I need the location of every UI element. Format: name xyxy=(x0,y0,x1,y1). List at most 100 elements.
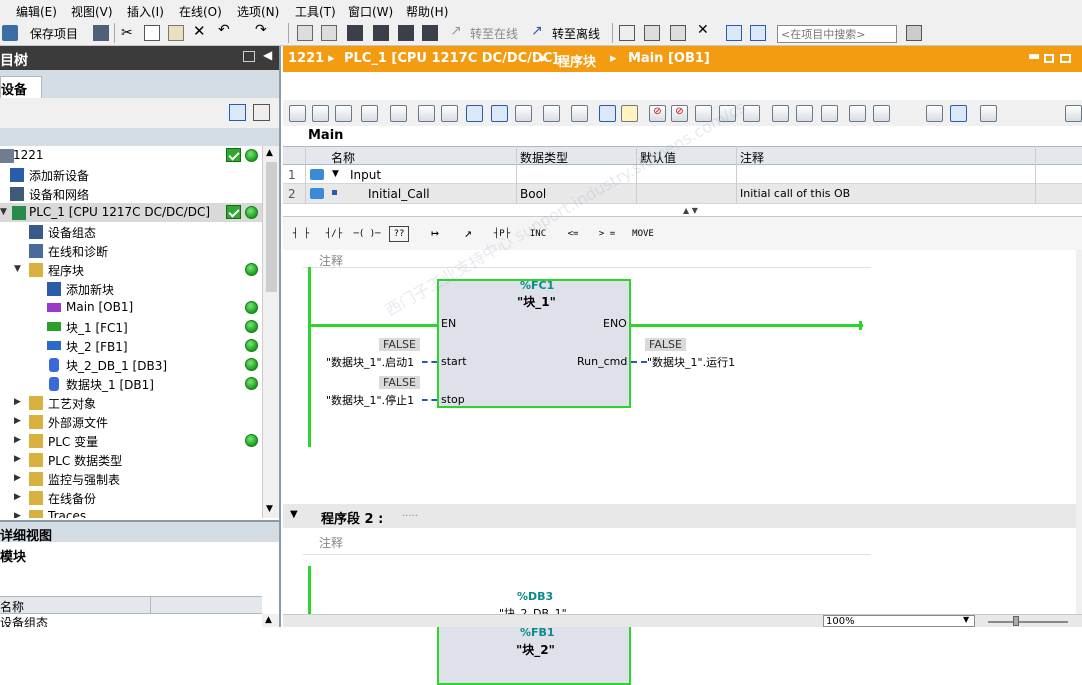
copy-icon[interactable] xyxy=(144,25,160,41)
move-button[interactable]: MOVE xyxy=(626,223,660,245)
open-branch-button[interactable]: ↦ xyxy=(421,223,449,245)
error-next-icon[interactable]: ⊘ xyxy=(671,105,688,122)
plc-icon[interactable] xyxy=(422,25,438,41)
split-vertical-icon[interactable] xyxy=(750,25,766,41)
breadcrumb-project[interactable]: 1221 xyxy=(288,51,324,66)
p-contact-button[interactable]: ┤P├ xyxy=(488,223,516,245)
error-prev-icon[interactable]: ⊘ xyxy=(649,105,666,122)
split-horizontal-icon[interactable] xyxy=(726,25,742,41)
insert-network-icon[interactable] xyxy=(289,105,306,122)
network-overview-icon[interactable] xyxy=(466,105,483,122)
tree-item-technology-objects[interactable]: ▶ 工艺对象 xyxy=(0,393,262,412)
tree-item-plc-tags[interactable]: ▶ PLC 变量 xyxy=(0,431,262,450)
tag-info-icon[interactable] xyxy=(515,105,532,122)
expand-arrow-icon[interactable]: ▶ xyxy=(14,416,21,426)
breadcrumb-program-blocks[interactable]: 程序块 xyxy=(557,51,596,70)
display-format-icon[interactable] xyxy=(599,105,616,122)
next-network-icon[interactable] xyxy=(796,105,813,122)
breadcrumb-plc[interactable]: PLC_1 [CPU 1217C DC/DC/DC] xyxy=(344,51,558,66)
absolute-operands-icon[interactable] xyxy=(418,105,435,122)
zoom-slider-thumb[interactable] xyxy=(1013,616,1019,626)
tree-item-plc[interactable]: ▼ PLC_1 [CPU 1217C DC/DC/DC] xyxy=(0,203,262,222)
collapse-arrow-icon[interactable]: ▼ xyxy=(332,169,339,179)
modify-icon[interactable] xyxy=(743,105,760,122)
tree-item-main-ob1[interactable]: Main [OB1] xyxy=(0,298,262,317)
zoom-select[interactable]: 100% xyxy=(823,615,975,627)
tree-scrollbar[interactable]: ▲ ▼ xyxy=(262,146,279,518)
tree-item-external-sources[interactable]: ▶ 外部源文件 xyxy=(0,412,262,431)
tree-item-online-diag[interactable]: 在线和诊断 xyxy=(0,241,262,260)
menu-online[interactable]: 在线(O) xyxy=(179,3,222,20)
add-row-icon[interactable] xyxy=(361,105,378,122)
expand-arrow-icon[interactable]: ▶ xyxy=(14,473,21,483)
start-cpu-icon[interactable] xyxy=(644,25,660,41)
block-icon[interactable] xyxy=(390,105,407,122)
rewire-icon[interactable] xyxy=(571,105,588,122)
inc-button[interactable]: INC xyxy=(524,223,552,245)
search-replace-icon[interactable] xyxy=(926,105,943,122)
tree-item-devices-networks[interactable]: 设备和网络 xyxy=(0,184,262,203)
project-search-input[interactable] xyxy=(777,25,897,43)
compile-icon[interactable] xyxy=(297,25,313,41)
panel-arrow-icon[interactable]: ◀ xyxy=(263,48,272,62)
menu-tools[interactable]: 工具(T) xyxy=(295,3,336,20)
menu-options[interactable]: 选项(N) xyxy=(237,3,279,20)
go-online-icon[interactable]: ↗ xyxy=(450,23,466,39)
interface-row[interactable]: 2 Initial_Call Bool Initial call of this… xyxy=(283,184,1082,204)
paste-icon[interactable] xyxy=(168,25,184,41)
insert-row-icon[interactable] xyxy=(335,105,352,122)
start-tag[interactable]: "数据块_1".启动1 xyxy=(326,354,414,370)
goto-next-icon[interactable] xyxy=(873,105,890,122)
tab-modules[interactable]: 模块 xyxy=(0,546,26,565)
compare-icon[interactable] xyxy=(821,105,838,122)
print-icon[interactable] xyxy=(93,25,109,41)
new-window-icon[interactable] xyxy=(253,104,270,121)
tab-devices[interactable]: 设备 xyxy=(0,76,42,98)
go-offline-icon[interactable]: ↗ xyxy=(531,23,547,39)
splitter[interactable]: ▲ ▼ xyxy=(283,206,1082,216)
network2-header[interactable]: ▼ 程序段 2 : ..... xyxy=(283,504,1082,528)
no-contact-button[interactable]: ┤ ├ xyxy=(287,223,315,245)
go-offline-button[interactable]: 转至离线 xyxy=(552,25,600,42)
collapse-panel-icon[interactable] xyxy=(243,51,255,62)
monitoring-on-icon[interactable] xyxy=(950,105,967,122)
menu-insert[interactable]: 插入(I) xyxy=(127,3,164,20)
tree-item-device-config[interactable]: 设备组态 xyxy=(0,222,262,241)
expand-arrow-icon[interactable]: ▶ xyxy=(14,435,21,445)
empty-box-button[interactable]: ?? xyxy=(389,226,409,242)
detail-view-header[interactable]: 详细视图 xyxy=(0,520,279,544)
monitor-icon[interactable] xyxy=(719,105,736,122)
menu-window[interactable]: 窗口(W) xyxy=(348,3,393,20)
zoom-slider-track[interactable] xyxy=(988,621,1068,623)
scroll-thumb[interactable] xyxy=(266,162,277,292)
scroll-up-icon[interactable]: ▲ xyxy=(265,615,272,625)
menu-help[interactable]: 帮助(H) xyxy=(406,3,448,20)
tree-item-add-block[interactable]: 添加新块 xyxy=(0,279,262,298)
update-calls-icon[interactable] xyxy=(695,105,712,122)
upload-icon[interactable] xyxy=(373,25,389,41)
scroll-up-icon[interactable]: ▲ xyxy=(266,148,273,158)
network2-comment[interactable]: 注释 xyxy=(319,534,343,551)
overflow-icon[interactable] xyxy=(1065,105,1082,122)
stop-tag[interactable]: "数据块_1".停止1 xyxy=(326,392,414,408)
tree-item-project[interactable]: 1221 xyxy=(0,146,262,165)
simulation-icon[interactable] xyxy=(398,25,414,41)
prev-network-icon[interactable] xyxy=(772,105,789,122)
undo-icon[interactable]: ↶ xyxy=(218,22,234,38)
delete-network-icon[interactable] xyxy=(312,105,329,122)
detail-row[interactable]: 设备组态 xyxy=(0,614,262,627)
detail-scrollbar[interactable]: ▲ xyxy=(262,614,279,627)
db-open-icon[interactable] xyxy=(980,105,997,122)
le-compare-button[interactable]: <= xyxy=(559,223,587,245)
close-branch-button[interactable]: ↗ xyxy=(454,223,482,245)
cut-icon[interactable]: ✂ xyxy=(121,25,137,41)
go-online-button[interactable]: 转至在线 xyxy=(470,25,518,42)
search-project-icon[interactable] xyxy=(906,25,922,41)
ladder-scrollbar[interactable] xyxy=(1076,250,1082,614)
tree-item-traces[interactable]: ▶ Traces xyxy=(0,507,262,518)
favorites-icon[interactable] xyxy=(441,105,458,122)
tree-item-program-blocks[interactable]: ▼ 程序块 xyxy=(0,260,262,279)
table-view-icon[interactable] xyxy=(229,104,246,121)
maximize-icon[interactable] xyxy=(1060,54,1071,63)
delete-icon[interactable]: ✕ xyxy=(193,22,209,40)
